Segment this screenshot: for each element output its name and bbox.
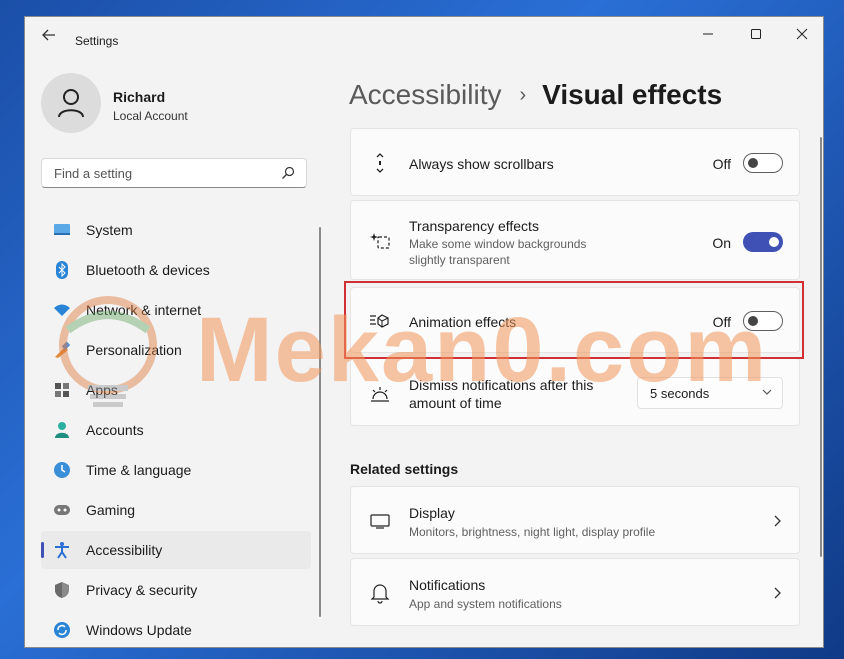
sidebar-item-privacy[interactable]: Privacy & security	[41, 571, 311, 609]
transparency-setting: Transparency effects Make some window ba…	[350, 200, 800, 280]
update-icon	[53, 621, 71, 639]
user-profile[interactable]: Richard Local Account	[41, 73, 311, 137]
search-icon[interactable]	[280, 165, 296, 181]
transparency-description-line1: Make some window backgrounds	[409, 237, 587, 251]
scrollbars-toggle[interactable]	[743, 153, 783, 173]
app-title: Settings	[75, 34, 119, 48]
sidebar-nav: System Bluetooth & devices Network & int…	[41, 211, 311, 647]
sidebar-item-personalization[interactable]: Personalization	[41, 331, 311, 369]
back-button[interactable]	[37, 25, 61, 45]
user-name: Richard	[113, 89, 166, 105]
transparency-description-line2: slightly transparent	[409, 253, 510, 267]
sidebar-item-windows-update[interactable]: Windows Update	[41, 611, 311, 647]
content-scrollbar[interactable]	[820, 137, 822, 557]
avatar	[41, 73, 101, 133]
scrollbars-setting: Always show scrollbars Off	[350, 128, 800, 196]
breadcrumb-separator: ›	[519, 83, 527, 106]
sidebar-item-system[interactable]: System	[41, 211, 311, 249]
transparency-title: Transparency effects	[409, 218, 539, 234]
network-icon	[53, 301, 71, 319]
notifications-link[interactable]: Notifications App and system notificatio…	[350, 558, 800, 626]
maximize-button[interactable]	[733, 19, 779, 49]
personalization-icon	[53, 341, 71, 359]
dismiss-notifications-setting: Dismiss notifications after this amount …	[350, 358, 800, 426]
close-button[interactable]	[779, 19, 823, 49]
display-title: Display	[409, 505, 455, 521]
scrollbars-state: Off	[712, 156, 731, 172]
shield-icon	[53, 581, 71, 599]
sidebar-item-bluetooth[interactable]: Bluetooth & devices	[41, 251, 311, 289]
chevron-down-icon	[762, 389, 772, 395]
display-description: Monitors, brightness, night light, displ…	[409, 525, 656, 539]
sidebar-item-network[interactable]: Network & internet	[41, 291, 311, 329]
related-settings-heading: Related settings	[350, 461, 459, 477]
time-language-icon	[53, 461, 71, 479]
transparency-toggle[interactable]	[743, 232, 783, 252]
sidebar-item-accounts[interactable]: Accounts	[41, 411, 311, 449]
bluetooth-icon	[53, 261, 71, 279]
maximize-icon	[751, 29, 761, 39]
accessibility-icon	[53, 541, 71, 559]
breadcrumb-parent[interactable]: Accessibility	[349, 79, 501, 111]
gaming-icon	[53, 501, 71, 519]
person-icon	[58, 89, 84, 118]
transparency-icon	[369, 230, 391, 252]
sidebar-item-apps[interactable]: Apps	[41, 371, 311, 409]
minimize-button[interactable]	[685, 19, 731, 49]
notifications-description: App and system notifications	[409, 597, 562, 611]
search-box[interactable]	[41, 158, 307, 188]
bell-icon	[369, 582, 391, 604]
chevron-right-icon	[774, 587, 781, 599]
sidebar-item-gaming[interactable]: Gaming	[41, 491, 311, 529]
accounts-icon	[53, 421, 71, 439]
notifications-title: Notifications	[409, 577, 486, 593]
title-bar: Settings	[25, 17, 823, 51]
account-type: Local Account	[113, 109, 188, 123]
brightness-icon	[369, 383, 391, 405]
dismiss-time-dropdown[interactable]: 5 seconds	[637, 377, 783, 409]
transparency-state: On	[712, 235, 731, 251]
system-icon	[53, 221, 71, 239]
page-title: Visual effects	[542, 79, 723, 110]
dismiss-title-line2: amount of time	[409, 395, 502, 411]
sidebar-item-accessibility[interactable]: Accessibility	[41, 531, 311, 569]
breadcrumb: Accessibility › Visual effects	[349, 75, 722, 115]
settings-window: Settings Richard Local Account System Bl…	[24, 16, 824, 648]
minimize-icon	[703, 33, 713, 35]
search-input[interactable]	[52, 165, 276, 182]
chevron-right-icon	[774, 515, 781, 527]
highlight-box	[344, 281, 804, 359]
display-link[interactable]: Display Monitors, brightness, night ligh…	[350, 486, 800, 554]
dismiss-title-line1: Dismiss notifications after this	[409, 377, 594, 393]
display-icon	[369, 510, 391, 532]
scrollbars-icon	[369, 152, 391, 174]
back-arrow-icon	[42, 29, 55, 41]
sidebar-scrollbar[interactable]	[319, 227, 321, 617]
apps-icon	[53, 381, 71, 399]
scrollbars-title: Always show scrollbars	[409, 156, 554, 172]
close-icon	[796, 28, 808, 40]
sidebar-item-time-language[interactable]: Time & language	[41, 451, 311, 489]
dropdown-value: 5 seconds	[650, 386, 710, 401]
